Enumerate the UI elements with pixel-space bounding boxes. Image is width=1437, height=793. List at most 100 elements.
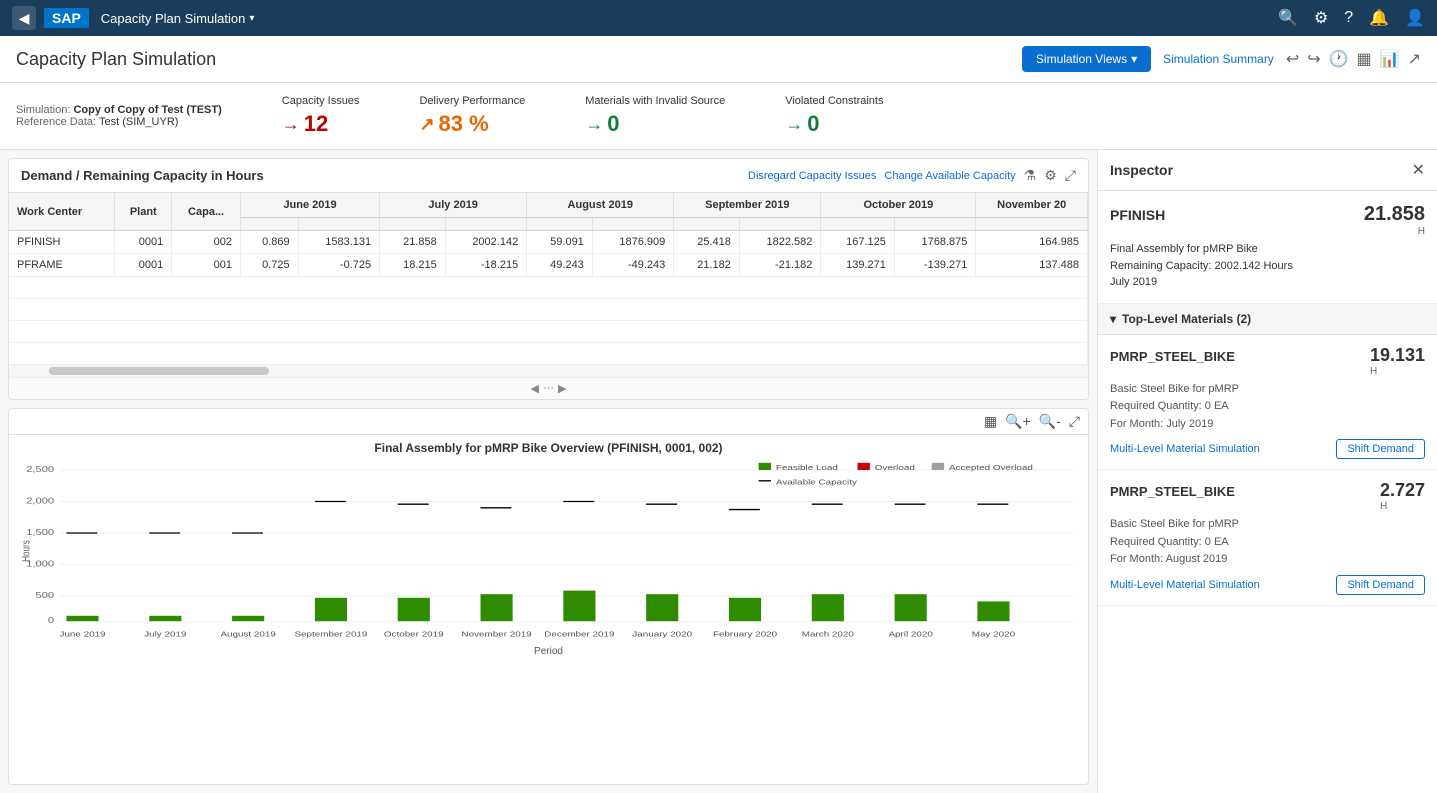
inspector-section-header: ▾ Top-Level Materials (2)	[1098, 304, 1437, 335]
bar-may	[977, 601, 1009, 621]
svg-text:2,500: 2,500	[26, 465, 54, 474]
material-2-unit: H	[1380, 501, 1425, 512]
svg-text:October 2019: October 2019	[384, 630, 444, 638]
change-available-capacity-link[interactable]: Change Available Capacity	[884, 170, 1015, 182]
chart-area: 2,500 2,000 1,500 1,000 500 0 Hours	[9, 461, 1088, 784]
chart-table-icon[interactable]: ▦	[984, 413, 997, 430]
settings-icon[interactable]: ⚙	[1314, 8, 1328, 28]
col-header-workcenter: Work Center	[9, 193, 115, 231]
inspector-main-item: PFINISH 21.858 H Final Assembly for pMRP…	[1098, 191, 1437, 304]
inspector-item-name: PFINISH	[1110, 207, 1165, 223]
capacity-issues-value: 12	[304, 111, 328, 137]
svg-text:April 2020: April 2020	[888, 630, 933, 638]
simulation-info: Simulation: Copy of Copy of Test (TEST) …	[16, 104, 222, 128]
inspector-item-value: 21.858	[1364, 203, 1425, 226]
scroll-left-btn[interactable]: ◀	[531, 382, 539, 395]
demand-capacity-table: Work Center Plant Capa... June 2019 July…	[9, 193, 1088, 365]
inspector-item-desc: Final Assembly for pMRP Bike Remaining C…	[1110, 241, 1425, 291]
bar-oct	[398, 598, 430, 621]
back-button[interactable]: ◀	[12, 6, 36, 30]
scroll-right-btn[interactable]: ▶	[558, 382, 566, 395]
disregard-capacity-link[interactable]: Disregard Capacity Issues	[748, 170, 876, 182]
chart-x-label: Period	[17, 646, 1080, 657]
bar-jan	[646, 594, 678, 621]
shift-demand-button-2[interactable]: Shift Demand	[1336, 575, 1425, 595]
nav-dropdown-icon[interactable]: ▾	[249, 13, 254, 24]
chart-toolbar: ▦ 🔍+ 🔍- ⤢	[9, 409, 1088, 435]
bar-july	[149, 616, 181, 621]
capacity-issues-kpi: Capacity Issues → 12	[282, 95, 360, 137]
help-icon[interactable]: ?	[1344, 9, 1353, 27]
bar-nov	[481, 594, 513, 621]
table-row[interactable]: PFRAME 0001 001 0.725 -0.725 18.215 -18.…	[9, 254, 1088, 277]
chart-fullscreen-icon[interactable]: ⤢	[1069, 413, 1080, 430]
left-panel: Demand / Remaining Capacity in Hours Dis…	[0, 150, 1097, 793]
simulation-views-button[interactable]: Simulation Views ▾	[1022, 46, 1151, 72]
redo-icon[interactable]: ↪	[1307, 49, 1320, 69]
material-2-name: PMRP_STEEL_BIKE	[1110, 484, 1235, 499]
zoom-in-icon[interactable]: 🔍+	[1005, 413, 1031, 430]
svg-text:Hours: Hours	[20, 540, 33, 562]
table-row-empty	[9, 299, 1088, 321]
svg-text:March 2020: March 2020	[802, 630, 854, 638]
svg-text:December 2019: December 2019	[544, 630, 614, 638]
bar-mar	[812, 594, 844, 621]
inspector-item-unit: H	[1364, 226, 1425, 237]
svg-text:January 2020: January 2020	[632, 630, 692, 638]
material-1-desc: Basic Steel Bike for pMRP Required Quant…	[1110, 381, 1425, 434]
materials-invalid-kpi: Materials with Invalid Source → 0	[585, 95, 725, 137]
svg-text:Available Capacity: Available Capacity	[776, 478, 858, 486]
svg-text:February 2020: February 2020	[713, 630, 777, 638]
material-2-value: 2.727	[1380, 480, 1425, 501]
kpi-bar: Simulation: Copy of Copy of Test (TEST) …	[0, 83, 1437, 150]
search-icon[interactable]: 🔍	[1278, 8, 1298, 28]
chart-view-icon[interactable]: 📊	[1380, 49, 1400, 69]
material-item-2: PMRP_STEEL_BIKE 2.727 H Basic Steel Bike…	[1098, 470, 1437, 606]
shift-demand-button-1[interactable]: Shift Demand	[1336, 439, 1425, 459]
svg-text:0: 0	[48, 616, 55, 625]
nav-icons: 🔍 ⚙ ? 🔔 👤	[1278, 8, 1425, 28]
delivery-arrow: ↗	[419, 114, 434, 135]
material-2-link[interactable]: Multi-Level Material Simulation	[1110, 579, 1260, 591]
clock-icon[interactable]: 🕐	[1329, 49, 1349, 69]
filter-icon[interactable]: ⚗	[1024, 167, 1037, 184]
nav-title: Capacity Plan Simulation ▾	[101, 11, 255, 26]
col-header-plant: Plant	[115, 193, 172, 231]
col-header-capa: Capa...	[172, 193, 241, 231]
capacity-issues-arrow: →	[282, 114, 300, 135]
table-row[interactable]: PFINISH 0001 002 0.869 1583.131 21.858 2…	[9, 231, 1088, 254]
materials-value: 0	[607, 111, 619, 137]
user-icon[interactable]: 👤	[1405, 8, 1425, 28]
section-collapse-icon[interactable]: ▾	[1110, 312, 1116, 326]
inspector-title: Inspector	[1110, 162, 1412, 178]
fullscreen-table-icon[interactable]: ⤢	[1065, 167, 1076, 184]
inspector-header: Inspector ✕	[1098, 150, 1437, 191]
inspector-close-button[interactable]: ✕	[1412, 160, 1425, 180]
material-1-value: 19.131	[1370, 345, 1425, 366]
zoom-out-icon[interactable]: 🔍-	[1039, 413, 1061, 430]
nav-bar: ◀ SAP Capacity Plan Simulation ▾ 🔍 ⚙ ? 🔔…	[0, 0, 1437, 36]
main-content: Demand / Remaining Capacity in Hours Dis…	[0, 150, 1437, 793]
bar-apr	[895, 594, 927, 621]
sap-logo: SAP	[44, 8, 89, 28]
page-title: Capacity Plan Simulation	[16, 49, 1010, 70]
material-item-1: PMRP_STEEL_BIKE 19.131 H Basic Steel Bik…	[1098, 335, 1437, 471]
material-2-desc: Basic Steel Bike for pMRP Required Quant…	[1110, 516, 1425, 569]
simulation-summary-link[interactable]: Simulation Summary	[1163, 52, 1274, 66]
table-row-empty	[9, 277, 1088, 299]
table-row-empty	[9, 321, 1088, 343]
grid-view-icon[interactable]: ▦	[1357, 49, 1372, 69]
col-header-june: June 2019	[240, 193, 379, 218]
expand-icon[interactable]: ↗	[1408, 49, 1421, 69]
undo-icon[interactable]: ↩	[1286, 49, 1299, 69]
bar-june	[66, 616, 98, 621]
col-header-nov: November 20	[976, 193, 1088, 218]
bar-feb	[729, 598, 761, 621]
material-1-link[interactable]: Multi-Level Material Simulation	[1110, 443, 1260, 455]
delivery-performance-kpi: Delivery Performance ↗ 83 %	[419, 95, 525, 137]
col-header-august: August 2019	[527, 193, 674, 218]
svg-text:500: 500	[36, 591, 55, 600]
settings-table-icon[interactable]: ⚙	[1044, 167, 1057, 184]
col-header-july: July 2019	[380, 193, 527, 218]
notification-icon[interactable]: 🔔	[1369, 8, 1389, 28]
